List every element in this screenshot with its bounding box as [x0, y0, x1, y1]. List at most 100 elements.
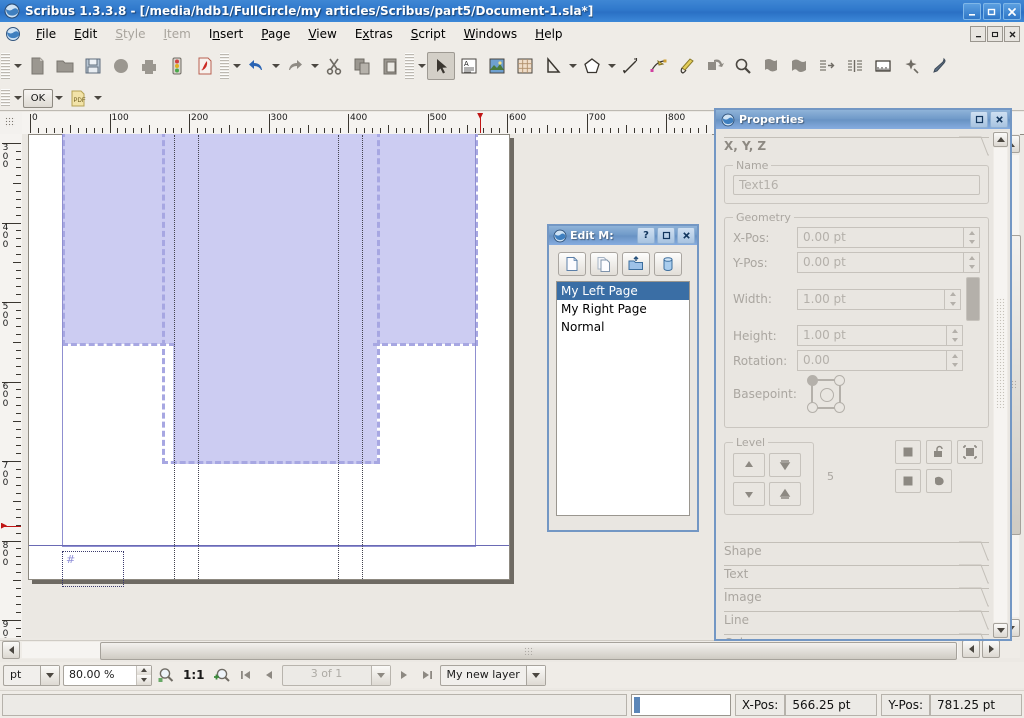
- properties-scroll-down-button[interactable]: [993, 623, 1008, 638]
- menu-item[interactable]: Item: [155, 24, 200, 44]
- rotation-value[interactable]: 0.00: [797, 350, 946, 371]
- column-guide-3[interactable]: [338, 135, 339, 579]
- column-guide-1[interactable]: [174, 135, 175, 579]
- next-page-icon[interactable]: [394, 666, 414, 684]
- rotate-item-icon[interactable]: [701, 52, 729, 80]
- eye-dropper-icon[interactable]: [925, 52, 953, 80]
- basepoint-top-right-dot[interactable]: [834, 375, 845, 386]
- page-indicator-dropdown-arrow[interactable]: [370, 665, 390, 685]
- edit-contents-icon[interactable]: [757, 52, 785, 80]
- menu-windows[interactable]: Windows: [455, 24, 527, 44]
- basepoint-center-dot[interactable]: [820, 388, 834, 402]
- insert-shape-icon[interactable]: [539, 52, 567, 80]
- section-shape[interactable]: Shape: [724, 541, 989, 561]
- basepoint-top-left-dot[interactable]: [807, 375, 818, 386]
- menu-extras[interactable]: Extras: [346, 24, 402, 44]
- page-indicator-field[interactable]: 3 of 1: [281, 664, 391, 686]
- dialog-titlebar[interactable]: Edit M: ?: [549, 226, 697, 245]
- scroll-right-step-button[interactable]: [982, 640, 1000, 658]
- close-button[interactable]: [1003, 3, 1021, 20]
- column-guide-4[interactable]: [362, 135, 363, 579]
- import-master-page-icon[interactable]: [622, 252, 650, 276]
- window-titlebar[interactable]: Scribus 1.3.3.8 - [/media/hdb1/FullCircl…: [0, 0, 1024, 22]
- properties-scroll-track[interactable]: [994, 148, 1007, 622]
- dialog-close-button[interactable]: [677, 227, 695, 244]
- vertical-ruler[interactable]: 300 400 500 600 700 800 900: [0, 134, 23, 638]
- height-down-button[interactable]: [947, 335, 962, 345]
- doc-minimize-button[interactable]: [970, 26, 986, 42]
- section-image[interactable]: Image: [724, 587, 989, 607]
- toolbar-grip-edit[interactable]: [220, 53, 229, 79]
- page-number-frame[interactable]: #: [62, 551, 124, 587]
- column-guide-2[interactable]: [198, 135, 199, 579]
- lock-item-icon[interactable]: [895, 440, 921, 464]
- zoom-down-button[interactable]: [137, 675, 151, 685]
- shape-dropdown-arrow[interactable]: [567, 53, 578, 79]
- zoom-up-button[interactable]: [137, 665, 151, 675]
- delete-master-page-icon[interactable]: [654, 252, 682, 276]
- previous-page-icon[interactable]: [259, 666, 279, 684]
- toolbar-grip-file[interactable]: [1, 53, 10, 79]
- width-spinbox[interactable]: 1.00 pt: [797, 288, 961, 310]
- zoom-value[interactable]: 80.00 %: [64, 666, 136, 685]
- scroll-left-step-button[interactable]: [962, 640, 980, 658]
- measurements-icon[interactable]: [869, 52, 897, 80]
- ypos-up-button[interactable]: [964, 253, 979, 263]
- keep-aspect-ratio-toggle[interactable]: [966, 277, 980, 321]
- document-globe-icon[interactable]: [5, 26, 21, 42]
- zoom-spin-buttons[interactable]: [136, 665, 151, 685]
- menu-edit[interactable]: Edit: [65, 24, 106, 44]
- dialog-restore-button[interactable]: [657, 227, 675, 244]
- scroll-left-button[interactable]: [2, 641, 20, 659]
- section-text[interactable]: Text: [724, 564, 989, 584]
- toolbar-grip-tools[interactable]: [405, 53, 414, 79]
- rotation-down-button[interactable]: [947, 360, 962, 370]
- height-up-button[interactable]: [947, 326, 962, 336]
- xpos-up-button[interactable]: [964, 228, 979, 238]
- new-document-icon[interactable]: [23, 52, 51, 80]
- ypos-spinbox[interactable]: 0.00 pt: [797, 252, 980, 273]
- pdf-tools-icon[interactable]: PDF: [64, 84, 92, 112]
- flip-horizontal-icon[interactable]: [895, 469, 921, 493]
- insert-line-icon[interactable]: [617, 52, 645, 80]
- properties-titlebar[interactable]: Properties: [716, 110, 1010, 129]
- zoom-out-icon[interactable]: [155, 666, 177, 684]
- pdf-ok-button[interactable]: OK: [23, 88, 53, 108]
- master-pages-list[interactable]: My Left Page My Right Page Normal: [556, 281, 690, 516]
- ypos-value[interactable]: 0.00 pt: [797, 252, 963, 273]
- canvas-horizontal-scrollbar[interactable]: [0, 640, 960, 660]
- zoom-ratio-label[interactable]: 1:1: [180, 668, 208, 682]
- xpos-spinbox[interactable]: 0.00 pt: [797, 227, 980, 248]
- insert-polygon-icon[interactable]: [578, 52, 606, 80]
- flip-vertical-icon[interactable]: [926, 469, 952, 493]
- raise-to-top-icon[interactable]: [769, 453, 801, 477]
- restore-button[interactable]: [983, 3, 1001, 20]
- insert-image-frame-icon[interactable]: [483, 52, 511, 80]
- lower-to-bottom-icon[interactable]: [769, 482, 801, 506]
- print-document-icon[interactable]: [135, 52, 163, 80]
- insert-text-frame-icon[interactable]: A: [455, 52, 483, 80]
- basepoint-selector[interactable]: [807, 375, 845, 413]
- export-pdf-icon[interactable]: [191, 52, 219, 80]
- toolbar-file-overflow-arrow[interactable]: [12, 53, 23, 79]
- section-colours[interactable]: Colours: [724, 633, 989, 639]
- pdf-tools-dropdown-arrow[interactable]: [92, 85, 103, 111]
- menu-file[interactable]: FFileile: [27, 24, 65, 44]
- width-value[interactable]: 1.00 pt: [797, 288, 944, 310]
- list-item[interactable]: My Right Page: [557, 300, 689, 318]
- menu-insert[interactable]: Insert: [200, 24, 252, 44]
- unlink-text-frames-icon[interactable]: [841, 52, 869, 80]
- redo-icon[interactable]: [281, 52, 309, 80]
- basepoint-bottom-left-dot[interactable]: [807, 402, 818, 413]
- active-layer-dropdown-arrow[interactable]: [525, 665, 545, 685]
- pdf-toolbar-overflow-arrow[interactable]: [12, 85, 23, 111]
- properties-palette[interactable]: Properties X, Y, Z Name Text16 Geometry …: [714, 108, 1012, 641]
- zoom-in-icon[interactable]: [211, 666, 233, 684]
- section-xyz[interactable]: X, Y, Z: [724, 136, 989, 156]
- undo-icon[interactable]: [242, 52, 270, 80]
- basepoint-bottom-right-dot[interactable]: [834, 402, 845, 413]
- pdf-ok-dropdown-arrow[interactable]: [53, 85, 64, 111]
- xpos-value[interactable]: 0.00 pt: [797, 227, 963, 248]
- cut-icon[interactable]: [320, 52, 348, 80]
- properties-restore-button[interactable]: [970, 111, 988, 128]
